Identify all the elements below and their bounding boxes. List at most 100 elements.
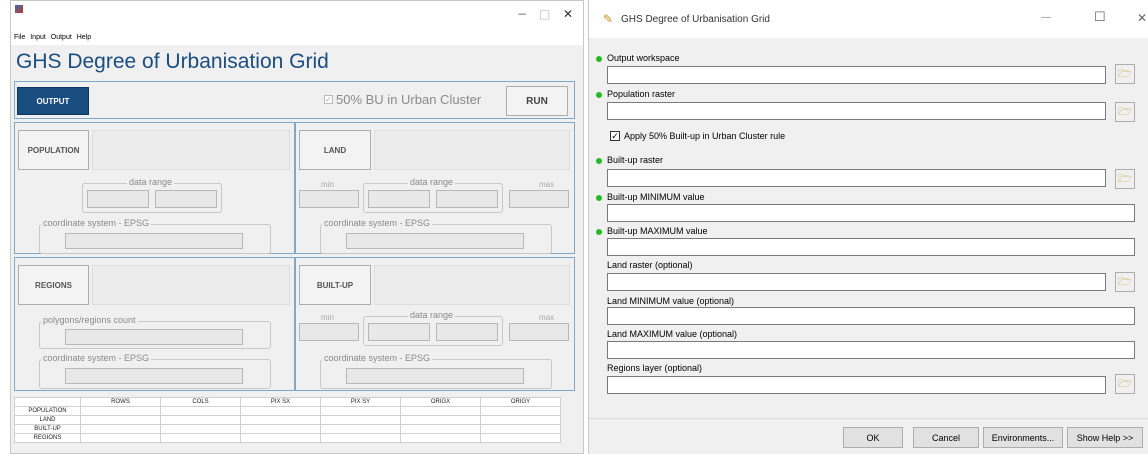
- population-header-field: [92, 130, 290, 170]
- row-header: LAND: [14, 415, 81, 425]
- population-crs-field: [65, 233, 243, 249]
- land-min-label: min: [321, 180, 334, 189]
- builtup-raster-label: Built-up raster: [607, 155, 664, 165]
- regions-count-label: polygons/regions count: [41, 315, 138, 325]
- folder-icon: 🗁: [1118, 377, 1132, 390]
- ok-button[interactable]: OK: [843, 427, 903, 448]
- table-cell: [480, 415, 561, 425]
- builtup-min-label: Built-up MINIMUM value: [607, 192, 705, 202]
- folder-icon: 🗁: [1118, 275, 1132, 288]
- menu-file[interactable]: File: [14, 31, 25, 45]
- app-title: GHS Degree of Urbanisation Grid: [16, 50, 329, 73]
- regions-crs-label: coordinate system - EPSG: [41, 353, 152, 363]
- column-header: ROWS: [80, 397, 161, 407]
- land-button[interactable]: LAND: [299, 130, 371, 170]
- land-max-label: Land MAXIMUM value (optional): [607, 329, 738, 339]
- builtup-min-input[interactable]: [607, 204, 1135, 222]
- table-cell: [400, 424, 481, 434]
- folder-icon: 🗁: [1118, 172, 1132, 185]
- builtup-max-input[interactable]: [607, 238, 1135, 256]
- land-header-field: [374, 130, 570, 170]
- table-cell: [320, 424, 401, 434]
- land-data-range-label: data range: [408, 177, 456, 187]
- table-cell: [480, 424, 561, 434]
- menu-help[interactable]: Help: [77, 31, 91, 45]
- output-workspace-browse-button[interactable]: 🗁: [1115, 64, 1135, 84]
- builtup-panel: BUILT-UP min max data range coordinate s…: [295, 257, 575, 391]
- builtup-max-field: [509, 323, 569, 341]
- folder-icon: 🗁: [1118, 105, 1132, 118]
- dialog-minimize-button[interactable]: —: [1041, 12, 1051, 23]
- land-raster-input[interactable]: [607, 273, 1106, 291]
- table-row: REGIONS: [14, 433, 561, 443]
- run-button[interactable]: RUN: [506, 86, 568, 116]
- builtup-button[interactable]: BUILT-UP: [299, 265, 371, 305]
- required-dot: [596, 195, 602, 201]
- output-workspace-input[interactable]: [607, 66, 1106, 84]
- table-cell: [160, 424, 241, 434]
- land-min-field: [299, 190, 359, 208]
- builtup-max-label: Built-up MAXIMUM value: [607, 226, 708, 236]
- builtup-header-field: [374, 265, 570, 305]
- land-min-label: Land MINIMUM value (optional): [607, 296, 735, 306]
- required-dot: [596, 92, 602, 98]
- required-dot: [596, 158, 602, 164]
- builtup-crs-label: coordinate system - EPSG: [322, 353, 433, 363]
- table-cell: [240, 424, 321, 434]
- table-cell: [160, 406, 241, 416]
- dialog-close-button[interactable]: ✕: [1137, 11, 1147, 25]
- table-row: BUILT-UP: [14, 424, 561, 434]
- land-max-label: max: [539, 180, 555, 189]
- builtup-max-label: max: [539, 313, 555, 322]
- population-raster-browse-button[interactable]: 🗁: [1115, 102, 1135, 122]
- table-cell: [400, 433, 481, 443]
- population-crs-label: coordinate system - EPSG: [41, 218, 152, 228]
- land-raster-browse-button[interactable]: 🗁: [1115, 272, 1135, 292]
- row-header: BUILT-UP: [14, 424, 81, 434]
- menu-input[interactable]: Input: [30, 31, 46, 45]
- apply-rule-checkbox[interactable]: ✓: [610, 131, 620, 141]
- land-panel: LAND min max data range coordinate syste…: [295, 122, 575, 254]
- table-cell: [320, 433, 401, 443]
- close-button[interactable]: ✕: [563, 7, 573, 21]
- land-max-input[interactable]: [607, 341, 1135, 359]
- app-icon: [15, 5, 23, 13]
- table-cell: [400, 415, 481, 425]
- regions-button[interactable]: REGIONS: [18, 265, 89, 305]
- builtup-raster-browse-button[interactable]: 🗁: [1115, 169, 1135, 189]
- apply-rule-label: Apply 50% Built-up in Urban Cluster rule: [624, 131, 786, 141]
- population-range-min-field: [87, 190, 149, 208]
- table-cell: [240, 415, 321, 425]
- output-button[interactable]: OUTPUT: [17, 87, 89, 115]
- land-crs-label: coordinate system - EPSG: [322, 218, 433, 228]
- column-header: ORIGX: [400, 397, 481, 407]
- land-range-min-field: [368, 190, 430, 208]
- show-help-button[interactable]: Show Help >>: [1067, 427, 1143, 448]
- maximize-button[interactable]: □: [539, 7, 550, 21]
- builtup-data-range-label: data range: [408, 310, 456, 320]
- population-raster-input[interactable]: [607, 102, 1106, 120]
- land-min-input[interactable]: [607, 307, 1135, 325]
- toolbar-panel: OUTPUT ✓ 50% BU in Urban Cluster RUN: [14, 81, 575, 119]
- table-cell: [480, 433, 561, 443]
- environments-button[interactable]: Environments...: [983, 427, 1063, 448]
- regions-layer-input[interactable]: [607, 376, 1106, 394]
- left-title-bar: − □ ✕: [11, 1, 583, 31]
- minimize-button[interactable]: −: [517, 7, 527, 21]
- cancel-button[interactable]: Cancel: [913, 427, 979, 448]
- table-cell: [80, 424, 161, 434]
- checkbox-50-bu[interactable]: ✓: [324, 95, 333, 104]
- column-header: PIX SX: [240, 397, 321, 407]
- population-button[interactable]: POPULATION: [18, 130, 89, 170]
- table-cell: [320, 406, 401, 416]
- table-header-row: ROWS COLS PIX SX PIX SY ORIGX ORIGY: [14, 397, 561, 407]
- required-dot: [596, 56, 602, 62]
- checkbox-label: 50% BU in Urban Cluster: [336, 92, 482, 107]
- table-cell: [160, 433, 241, 443]
- builtup-raster-input[interactable]: [607, 169, 1106, 187]
- table-cell: [240, 406, 321, 416]
- regions-layer-browse-button[interactable]: 🗁: [1115, 374, 1135, 394]
- dialog-maximize-button[interactable]: ☐: [1094, 9, 1106, 25]
- menu-output[interactable]: Output: [51, 31, 72, 45]
- output-workspace-label: Output workspace: [607, 53, 680, 63]
